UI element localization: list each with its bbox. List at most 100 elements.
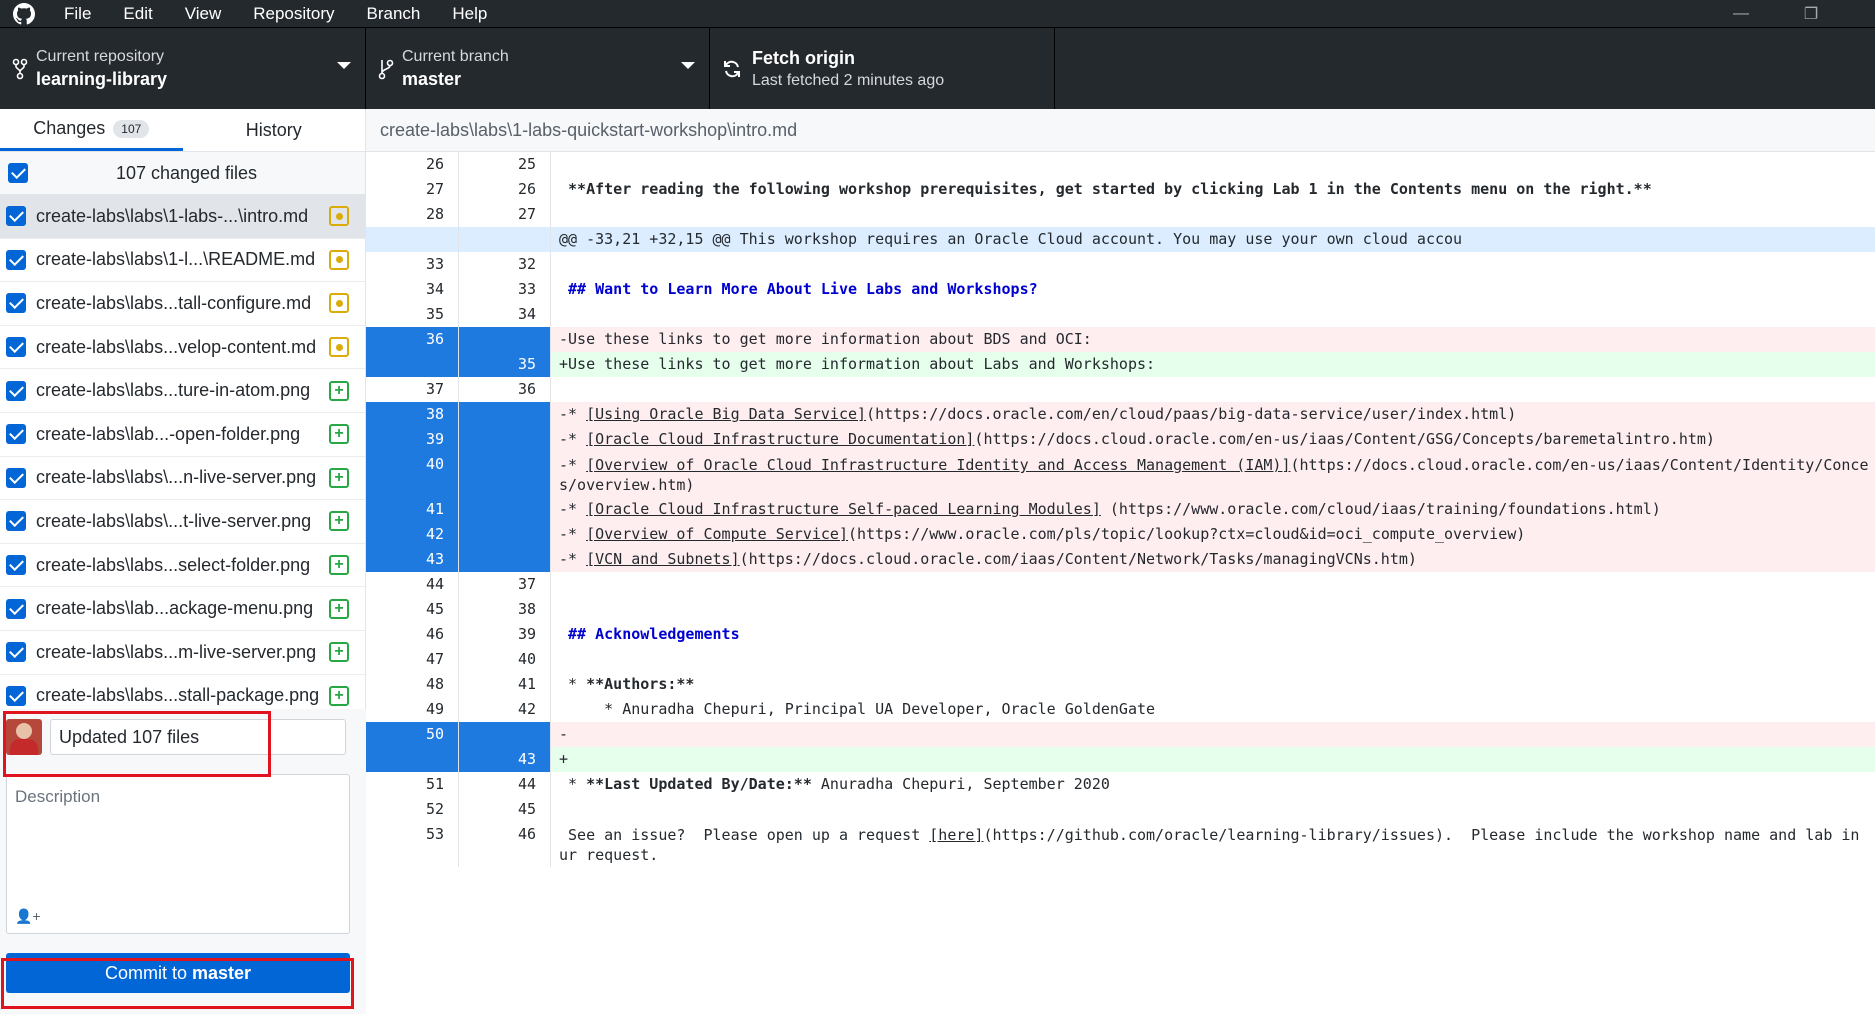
- chevron-down-icon: [337, 62, 351, 69]
- diff-line[interactable]: 45 38: [366, 597, 1875, 622]
- menu-help[interactable]: Help: [436, 0, 503, 27]
- minimize-icon[interactable]: —: [1716, 0, 1766, 27]
- diff-line[interactable]: 53 46 See an issue? Please open up a requ…: [366, 822, 1875, 867]
- file-row[interactable]: create-labs\lab...ackage-menu.png +: [0, 587, 365, 631]
- diff-line[interactable]: 46 39 ## Acknowledgements: [366, 622, 1875, 647]
- file-name: create-labs\lab...-open-folder.png: [36, 423, 301, 444]
- current-repository-button[interactable]: Current repository learning-library: [0, 28, 366, 110]
- new-line-number: 35: [459, 352, 551, 377]
- diff-line[interactable]: 35 34: [366, 302, 1875, 327]
- file-row[interactable]: create-labs\labs\1-labs-...\intro.md: [0, 195, 365, 239]
- file-checkbox[interactable]: [6, 293, 26, 314]
- file-checkbox[interactable]: [6, 685, 26, 706]
- file-row[interactable]: create-labs\labs...tall-configure.md: [0, 282, 365, 326]
- diff-line[interactable]: 52 45: [366, 797, 1875, 822]
- diff-hunk-header[interactable]: @@ -33,21 +32,15 @@ This workshop requir…: [366, 227, 1875, 252]
- file-row[interactable]: create-labs\labs\...t-live-server.png +: [0, 500, 365, 544]
- diff-line[interactable]: 26 25: [366, 152, 1875, 177]
- menu-branch[interactable]: Branch: [351, 0, 437, 27]
- old-line-number: [366, 747, 459, 772]
- file-checkbox[interactable]: [6, 598, 26, 619]
- new-line-number: 26: [459, 177, 551, 202]
- diff-line[interactable]: 41 -* [Oracle Cloud Infrastructure Self-p…: [366, 497, 1875, 522]
- new-line-number: 44: [459, 772, 551, 797]
- changed-files-header: 107 changed files: [0, 152, 365, 195]
- menu-file[interactable]: File: [48, 0, 107, 27]
- file-added-icon: +: [329, 380, 349, 401]
- diff-line[interactable]: 28 27: [366, 202, 1875, 227]
- file-row[interactable]: create-labs\labs...velop-content.md: [0, 326, 365, 370]
- diff-code: -* [Using Oracle Big Data Service](https…: [551, 402, 1875, 427]
- file-checkbox[interactable]: [6, 467, 26, 488]
- file-checkbox[interactable]: [6, 555, 26, 576]
- file-checkbox[interactable]: [6, 642, 26, 663]
- file-row[interactable]: create-labs\labs...ture-in-atom.png +: [0, 369, 365, 413]
- diff-code: -* [VCN and Subnets](https://docs.cloud.…: [551, 547, 1875, 572]
- old-line-number: 51: [366, 772, 459, 797]
- menu-repository[interactable]: Repository: [237, 0, 350, 27]
- diff-line[interactable]: 36 -Use these links to get more informati…: [366, 327, 1875, 352]
- tab-changes[interactable]: Changes 107: [0, 109, 183, 151]
- menu-edit[interactable]: Edit: [107, 0, 168, 27]
- file-checkbox[interactable]: [6, 206, 26, 227]
- description-textarea[interactable]: Description 👤+: [6, 774, 350, 934]
- add-coauthor-icon[interactable]: 👤+: [15, 908, 41, 925]
- current-branch-button[interactable]: Current branch master: [366, 28, 710, 110]
- file-row[interactable]: create-labs\labs\...n-live-server.png +: [0, 457, 365, 501]
- sidebar-tabs: Changes 107 History: [0, 109, 365, 152]
- description-placeholder: Description: [15, 787, 101, 806]
- file-name: create-labs\labs\...t-live-server.png: [36, 510, 312, 531]
- file-checkbox[interactable]: [6, 337, 26, 358]
- diff-line[interactable]: 49 42 * Anuradha Chepuri, Principal UA De…: [366, 697, 1875, 722]
- diff-line[interactable]: 50 -: [366, 722, 1875, 747]
- diff-line[interactable]: 37 36: [366, 377, 1875, 402]
- diff-line[interactable]: 33 32: [366, 252, 1875, 277]
- new-line-number: [459, 452, 551, 497]
- diff-line[interactable]: 39 -* [Oracle Cloud Infrastructure Docume…: [366, 427, 1875, 452]
- restore-icon[interactable]: ❐: [1786, 0, 1836, 27]
- file-checkbox[interactable]: [6, 249, 26, 270]
- diff-body: 26 25 27 26 **After reading the following w…: [366, 152, 1875, 1014]
- diff-line[interactable]: 35 +Use these links to get more informati…: [366, 352, 1875, 377]
- diff-line[interactable]: 43 +: [366, 747, 1875, 772]
- new-line-number: 34: [459, 302, 551, 327]
- tab-history[interactable]: History: [183, 109, 366, 151]
- diff-line[interactable]: 27 26 **After reading the following works…: [366, 177, 1875, 202]
- diff-code: [551, 377, 1875, 402]
- old-line-number: 53: [366, 822, 459, 867]
- diff-code: ## Want to Learn More About Live Labs an…: [559, 280, 1038, 298]
- diff-line[interactable]: 43 -* [VCN and Subnets](https://docs.clou…: [366, 547, 1875, 572]
- menu-view[interactable]: View: [169, 0, 238, 27]
- diff-line[interactable]: 34 33 ## Want to Learn More About Live La…: [366, 277, 1875, 302]
- diff-code: -* [Oracle Cloud Infrastructure Self-pac…: [551, 497, 1875, 522]
- new-line-number: 33: [459, 277, 551, 302]
- file-modified-icon: [329, 337, 349, 358]
- new-line-number: [459, 227, 551, 252]
- diff-line[interactable]: 42 -* [Overview of Compute Service](https…: [366, 522, 1875, 547]
- diff-line[interactable]: 48 41 * **Authors:**: [366, 672, 1875, 697]
- diff-code: @@ -33,21 +32,15 @@ This workshop requir…: [551, 227, 1875, 252]
- old-line-number: 35: [366, 302, 459, 327]
- diff-code: See an issue? Please open up a request […: [559, 826, 1860, 864]
- diff-code: -* [Oracle Cloud Infrastructure Document…: [551, 427, 1875, 452]
- fetch-origin-button[interactable]: Fetch origin Last fetched 2 minutes ago: [710, 28, 1055, 110]
- diff-line[interactable]: 38 -* [Using Oracle Big Data Service](htt…: [366, 402, 1875, 427]
- file-checkbox[interactable]: [6, 511, 26, 532]
- file-row[interactable]: create-labs\labs...select-folder.png +: [0, 544, 365, 588]
- new-line-number: 38: [459, 597, 551, 622]
- select-all-checkbox[interactable]: [8, 163, 28, 183]
- file-name: create-labs\lab...ackage-menu.png: [36, 598, 314, 619]
- markdown-link: [Overview of Oracle Cloud Infrastructure…: [586, 456, 1291, 474]
- file-row[interactable]: create-labs\lab...-open-folder.png +: [0, 413, 365, 457]
- diff-code: +Use these links to get more information…: [551, 352, 1875, 377]
- new-line-number: 37: [459, 572, 551, 597]
- diff-line[interactable]: 47 40: [366, 647, 1875, 672]
- tab-history-label: History: [245, 119, 302, 140]
- file-row[interactable]: create-labs\labs...m-live-server.png +: [0, 631, 365, 675]
- diff-line[interactable]: 44 37: [366, 572, 1875, 597]
- file-row[interactable]: create-labs\labs\1-l...\README.md: [0, 239, 365, 283]
- diff-line[interactable]: 51 44 * **Last Updated By/Date:** Anuradh…: [366, 772, 1875, 797]
- file-checkbox[interactable]: [6, 380, 26, 401]
- diff-line[interactable]: 40 -* [Overview of Oracle Cloud Infrastru…: [366, 452, 1875, 497]
- file-checkbox[interactable]: [6, 424, 26, 445]
